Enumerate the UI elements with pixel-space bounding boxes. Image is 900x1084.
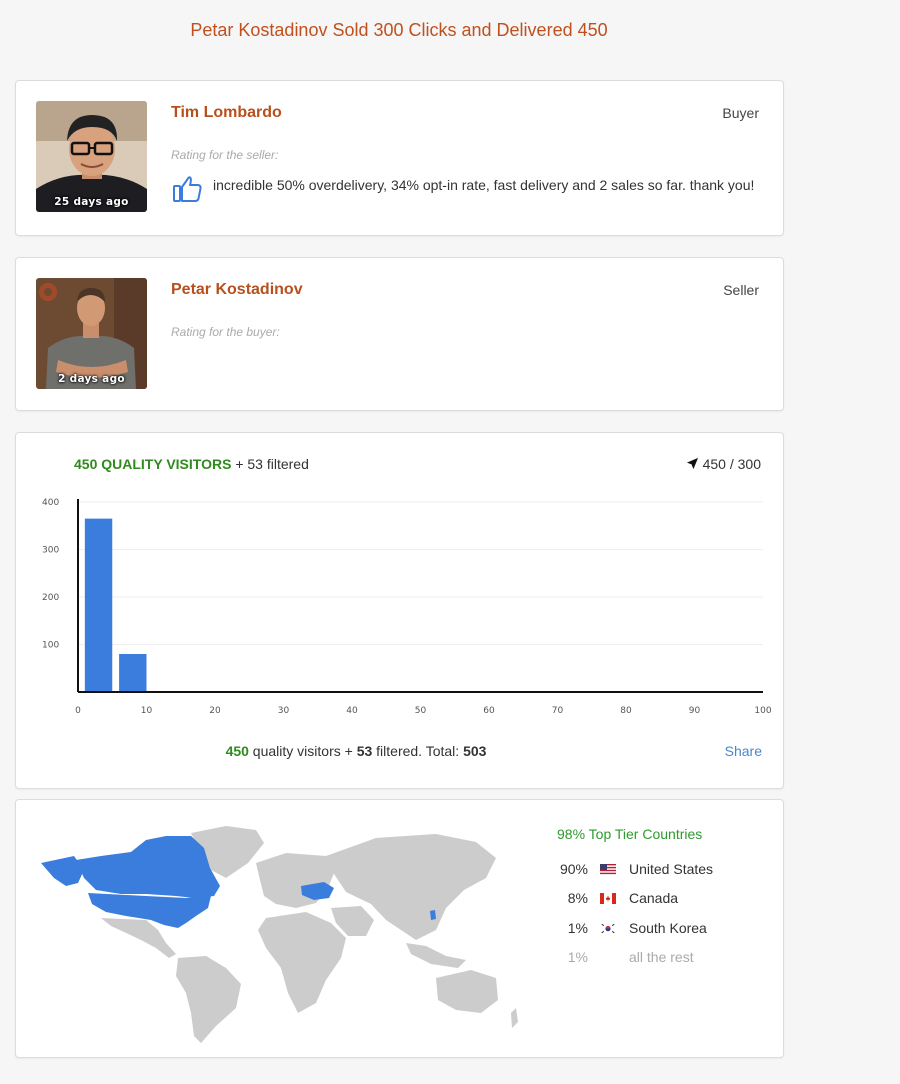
us-flag-icon — [600, 864, 616, 875]
map-south-korea — [430, 910, 436, 920]
reviewer-name[interactable]: Tim Lombardo — [171, 104, 282, 122]
y-tick-label: 100 — [42, 641, 59, 651]
filtered-count: 53 — [356, 743, 373, 759]
quality-count: 450 — [225, 743, 249, 759]
map-south-america — [176, 956, 241, 1043]
x-tick-label: 0 — [75, 706, 81, 716]
x-tick-label: 60 — [483, 706, 495, 716]
x-tick-label: 10 — [141, 706, 153, 716]
country-name: United States — [629, 861, 714, 877]
ca-flag-icon — [600, 893, 616, 904]
x-tick-label: 80 — [620, 706, 632, 716]
map-new-zealand — [511, 1008, 518, 1028]
country-name: Canada — [629, 890, 679, 906]
visitors-summary: 450 quality visitors + 53 filtered. Tota… — [16, 743, 696, 759]
geo-card: 98% Top Tier Countries 90% United States… — [15, 799, 784, 1058]
top-tier-title: 98% Top Tier Countries — [557, 826, 703, 842]
rating-label: Rating for the seller: — [171, 148, 279, 162]
map-united-states — [88, 893, 211, 928]
x-tick-label: 100 — [754, 706, 771, 716]
total-count: 503 — [463, 743, 487, 759]
avatar[interactable]: 2 days ago — [36, 278, 147, 389]
map-europe — [256, 853, 336, 908]
reviewer-role: Buyer — [722, 105, 759, 121]
reviewer-role: Seller — [723, 282, 759, 298]
world-map — [41, 826, 518, 1043]
x-tick-label: 40 — [346, 706, 358, 716]
map-canada — [76, 836, 220, 898]
page-title: Petar Kostadinov Sold 300 Clicks and Del… — [190, 20, 608, 40]
review-card-seller: 2 days ago Petar Kostadinov Seller Ratin… — [15, 257, 784, 411]
country-pct: 1% — [567, 920, 588, 936]
kr-flag-icon — [600, 923, 616, 934]
x-tick-label: 20 — [209, 706, 221, 716]
y-tick-label: 300 — [42, 546, 59, 556]
country-pct: 1% — [567, 949, 588, 965]
histogram-bar — [119, 654, 147, 692]
avatar[interactable]: 25 days ago — [36, 101, 147, 212]
visitors-card: 450 QUALITY VISITORS + 53 filtered 450 /… — [15, 432, 784, 789]
rating-label: Rating for the buyer: — [171, 325, 280, 339]
review-card-buyer: 25 days ago Tim Lombardo Buyer Rating fo… — [15, 80, 784, 236]
map-australia — [436, 970, 498, 1013]
x-tick-label: 70 — [552, 706, 564, 716]
filtered-text: filtered. Total: — [372, 743, 464, 759]
country-name: South Korea — [629, 920, 707, 936]
x-tick-label: 50 — [415, 706, 427, 716]
review-time: 2 days ago — [58, 373, 125, 385]
country-pct: 90% — [559, 861, 588, 877]
share-link[interactable]: Share — [725, 743, 762, 759]
x-tick-label: 30 — [278, 706, 290, 716]
reviewer-name[interactable]: Petar Kostadinov — [171, 281, 303, 299]
visitors-histogram: 400 300 200 100 0 10 20 30 40 50 60 70 80 90 100 — [42, 498, 772, 716]
y-tick-label: 400 — [42, 498, 59, 508]
x-tick-label: 90 — [689, 706, 701, 716]
country-name: all the rest — [629, 949, 694, 965]
y-tick-label: 200 — [42, 593, 59, 603]
thumbs-up-icon — [172, 173, 204, 210]
histogram-bar — [84, 518, 113, 692]
map-southeast-asia — [406, 943, 466, 968]
country-pct: 8% — [567, 890, 588, 906]
review-time: 25 days ago — [54, 196, 129, 208]
review-comment: incredible 50% overdelivery, 34% opt-in … — [213, 177, 755, 193]
map-africa — [258, 912, 346, 1013]
quality-text: quality visitors + — [248, 743, 357, 759]
